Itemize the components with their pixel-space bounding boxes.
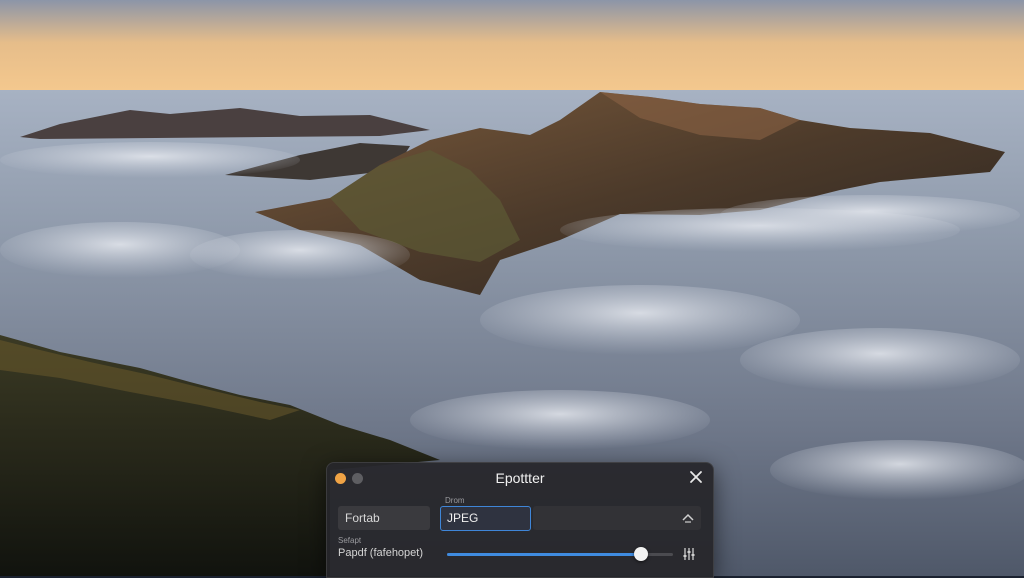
dialog-title: Epottter	[495, 470, 545, 486]
sliders-icon[interactable]	[681, 546, 697, 562]
export-dialog: Epottter Drom Fortab JPEG Sefapt Papdf (…	[326, 462, 714, 578]
quality-label: Papdf (fafehopet)	[338, 547, 424, 559]
quality-slider[interactable]	[447, 547, 673, 561]
close-icon[interactable]	[687, 468, 705, 486]
chevron-dropdown-icon[interactable]	[681, 511, 695, 525]
format-field-caption: Drom	[445, 496, 465, 505]
format-label: Fortab	[338, 506, 430, 530]
quality-slider-thumb[interactable]	[634, 547, 649, 561]
quality-slider-fill	[447, 553, 642, 556]
quality-caption: Sefapt	[338, 536, 362, 545]
dialog-titlebar[interactable]: Epottter	[327, 463, 713, 493]
format-select[interactable]: JPEG	[440, 506, 531, 531]
format-select-extension[interactable]	[533, 506, 701, 530]
